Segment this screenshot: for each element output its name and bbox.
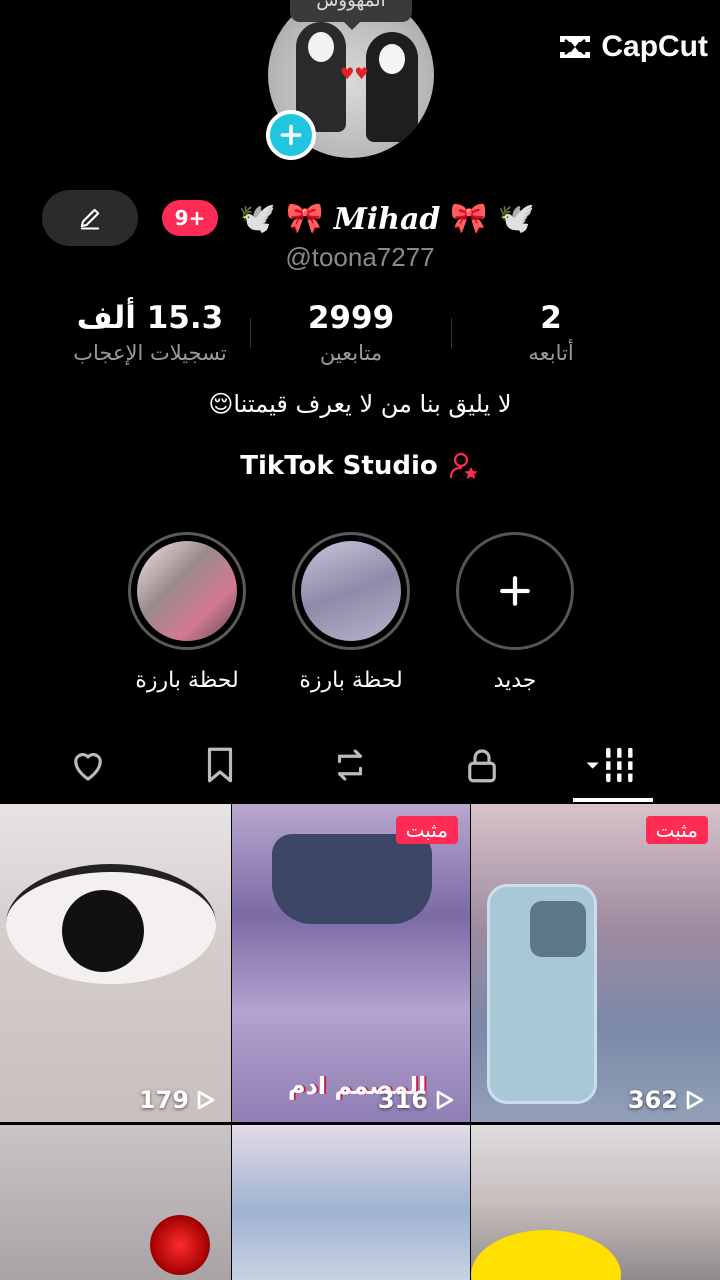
dove-icon: 🕊️ — [497, 201, 536, 236]
tab-reposts[interactable] — [320, 740, 380, 790]
repost-icon — [337, 749, 363, 781]
followers-label: متابعين — [319, 341, 383, 365]
followers-count: 2999 — [307, 300, 395, 336]
new-highlight-label: جديد — [493, 668, 537, 693]
video-thumbnail[interactable] — [0, 1125, 231, 1280]
following-stat[interactable]: 2 أتابعه — [470, 298, 632, 368]
heart-icon — [74, 753, 102, 781]
tab-favorites[interactable] — [190, 740, 250, 790]
highlight-item[interactable]: لحظة بارزة — [128, 532, 246, 693]
likes-label: تسجيلات الإعجاب — [73, 341, 227, 365]
highlight-item[interactable]: لحظة بارزة — [292, 532, 410, 693]
profile-tabs — [0, 740, 720, 802]
following-label: أتابعه — [528, 341, 574, 365]
pencil-icon — [80, 208, 100, 230]
followers-stat[interactable]: 2999 متابعين — [270, 298, 432, 368]
avatar-tooltip: المهووس — [290, 0, 412, 30]
ribbon-icon: 🎀 — [286, 201, 324, 236]
highlight-label: لحظة بارزة — [299, 668, 403, 693]
highlight-thumbnail — [137, 541, 237, 641]
tiktok-studio-link[interactable]: TikTok Studio — [0, 450, 720, 482]
bookmark-icon — [207, 747, 233, 783]
active-tab-indicator — [573, 798, 653, 802]
tab-private[interactable] — [452, 740, 512, 790]
likes-stat[interactable]: 15.3 ألف تسجيلات الإعجاب — [50, 298, 250, 368]
play-icon — [197, 1090, 215, 1110]
studio-label: TikTok Studio — [240, 451, 438, 481]
stat-divider — [250, 318, 251, 348]
display-name-text: Mihad — [333, 201, 441, 237]
ribbon-icon: 🎀 — [450, 201, 488, 236]
notification-badge[interactable]: 9+ — [162, 200, 218, 236]
following-count: 2 — [540, 300, 562, 336]
video-thumbnail[interactable] — [471, 1125, 720, 1280]
highlight-thumbnail — [301, 541, 401, 641]
view-count: 179 — [139, 1086, 217, 1114]
dove-icon: 🕊️ — [238, 201, 277, 236]
capcut-text: CapCut — [601, 30, 708, 63]
new-highlight-button[interactable]: جديد — [456, 532, 574, 693]
likes-count: 15.3 ألف — [76, 300, 224, 336]
stat-divider — [451, 318, 452, 348]
plus-icon — [500, 576, 530, 606]
profile-bio: لا يليق بنا من لا يعرف قيمتنا😌 — [208, 390, 512, 418]
display-name[interactable]: 🕊️ 🎀 Mihad 🎀 🕊️ — [222, 196, 552, 242]
pinned-badge: مثبت — [645, 816, 708, 844]
video-thumbnail[interactable]: 179 — [0, 804, 231, 1122]
highlight-label: لحظة بارزة — [135, 668, 239, 693]
tab-videos[interactable] — [576, 740, 646, 790]
pinned-badge: مثبت — [395, 816, 458, 844]
capcut-logo-icon — [560, 36, 591, 58]
add-story-button[interactable] — [266, 110, 316, 160]
play-icon — [686, 1090, 704, 1110]
video-grid: 179 مثبت المصمم ادم 316 مثبت 362 — [0, 804, 720, 1280]
view-count: 362 — [628, 1086, 706, 1114]
tab-liked[interactable] — [58, 740, 118, 790]
video-thumbnail[interactable]: مثبت 362 — [471, 804, 720, 1122]
edit-profile-button[interactable] — [42, 190, 138, 246]
grid-icon — [586, 747, 636, 783]
username-handle: @toona7277 — [285, 242, 435, 272]
video-thumbnail[interactable]: مثبت المصمم ادم 316 — [232, 804, 470, 1122]
capcut-watermark: CapCut — [557, 30, 708, 64]
video-thumbnail[interactable] — [232, 1125, 470, 1280]
user-star-icon — [449, 452, 478, 479]
plus-icon — [280, 124, 302, 146]
lock-icon — [468, 749, 496, 783]
play-icon — [436, 1090, 454, 1110]
view-count: 316 — [378, 1086, 456, 1114]
